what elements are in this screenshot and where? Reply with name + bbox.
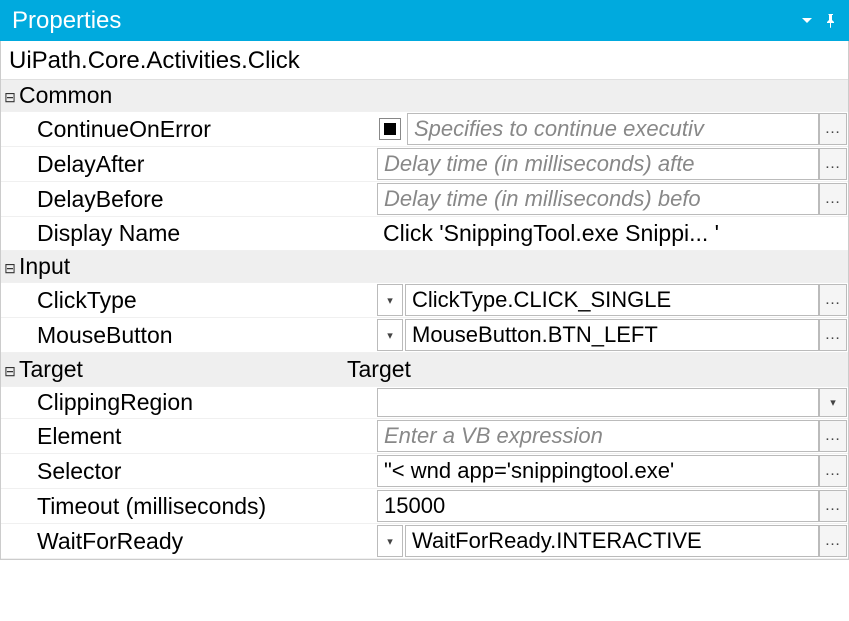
ellipsis-button[interactable]: … (819, 113, 847, 145)
property-label: Element (37, 419, 377, 453)
property-label: ClippingRegion (37, 387, 377, 418)
dropdown-button[interactable]: ▾ (819, 388, 847, 417)
ellipsis-button[interactable]: … (819, 148, 847, 180)
dropdown-button[interactable]: ▾ (377, 525, 403, 557)
group-label: Input (19, 251, 848, 282)
mouse-button-input[interactable]: MouseButton.BTN_LEFT (405, 319, 819, 351)
expand-icon[interactable]: ⊟ (1, 251, 19, 282)
continue-on-error-input[interactable]: Specifies to continue executiv (407, 113, 819, 145)
property-label: Display Name (37, 217, 377, 250)
ellipsis-button[interactable]: … (819, 319, 847, 351)
target-value: Target (341, 353, 848, 386)
pin-icon[interactable] (823, 13, 839, 29)
properties-panel: UiPath.Core.Activities.Click ⊟ Common Co… (0, 41, 849, 560)
property-label: ClickType (37, 283, 377, 317)
clipping-region-input[interactable] (377, 388, 819, 417)
delay-after-input[interactable]: Delay time (in milliseconds) afte (377, 148, 819, 180)
group-label: Common (19, 80, 848, 111)
row-clipping-region: ClippingRegion ▾ (1, 387, 848, 419)
timeout-input[interactable]: 15000 (377, 490, 819, 522)
group-target[interactable]: ⊟ Target Target (1, 353, 848, 387)
property-label: WaitForReady (37, 524, 377, 558)
delay-before-input[interactable]: Delay time (in milliseconds) befo (377, 183, 819, 215)
group-common[interactable]: ⊟ Common (1, 80, 848, 112)
property-label: Selector (37, 454, 377, 488)
ellipsis-button[interactable]: … (819, 455, 847, 487)
row-mouse-button: MouseButton ▾ MouseButton.BTN_LEFT … (1, 318, 848, 353)
row-click-type: ClickType ▾ ClickType.CLICK_SINGLE … (1, 283, 848, 318)
ellipsis-button[interactable]: … (819, 183, 847, 215)
ellipsis-button[interactable]: … (819, 490, 847, 522)
row-element: Element Enter a VB expression … (1, 419, 848, 454)
ellipsis-button[interactable]: … (819, 420, 847, 452)
titlebar-title: Properties (12, 7, 121, 35)
row-selector: Selector "< wnd app='snippingtool.exe' … (1, 454, 848, 489)
row-display-name: Display Name Click 'SnippingTool.exe Sni… (1, 217, 848, 251)
property-label: ContinueOnError (37, 112, 377, 146)
dropdown-icon[interactable] (799, 13, 815, 29)
row-timeout: Timeout (milliseconds) 15000 … (1, 489, 848, 524)
expand-icon[interactable]: ⊟ (1, 80, 19, 111)
object-type-name: UiPath.Core.Activities.Click (1, 41, 848, 80)
property-label: Timeout (milliseconds) (37, 489, 377, 523)
element-input[interactable]: Enter a VB expression (377, 420, 819, 452)
checkbox-indeterminate[interactable] (379, 118, 401, 140)
group-input[interactable]: ⊟ Input (1, 251, 848, 283)
property-label: MouseButton (37, 318, 377, 352)
wait-for-ready-input[interactable]: WaitForReady.INTERACTIVE (405, 525, 819, 557)
expand-icon[interactable]: ⊟ (1, 353, 19, 386)
row-delay-before: DelayBefore Delay time (in milliseconds)… (1, 182, 848, 217)
row-continue-on-error: ContinueOnError Specifies to continue ex… (1, 112, 848, 147)
dropdown-button[interactable]: ▾ (377, 284, 403, 316)
ellipsis-button[interactable]: … (819, 284, 847, 316)
click-type-input[interactable]: ClickType.CLICK_SINGLE (405, 284, 819, 316)
titlebar: Properties (0, 0, 849, 41)
row-wait-for-ready: WaitForReady ▾ WaitForReady.INTERACTIVE … (1, 524, 848, 559)
group-label: Target (19, 353, 341, 386)
row-delay-after: DelayAfter Delay time (in milliseconds) … (1, 147, 848, 182)
display-name-value[interactable]: Click 'SnippingTool.exe Snippi... ' (377, 217, 848, 250)
ellipsis-button[interactable]: … (819, 525, 847, 557)
property-label: DelayBefore (37, 182, 377, 216)
property-label: DelayAfter (37, 147, 377, 181)
selector-input[interactable]: "< wnd app='snippingtool.exe' (377, 455, 819, 487)
dropdown-button[interactable]: ▾ (377, 319, 403, 351)
